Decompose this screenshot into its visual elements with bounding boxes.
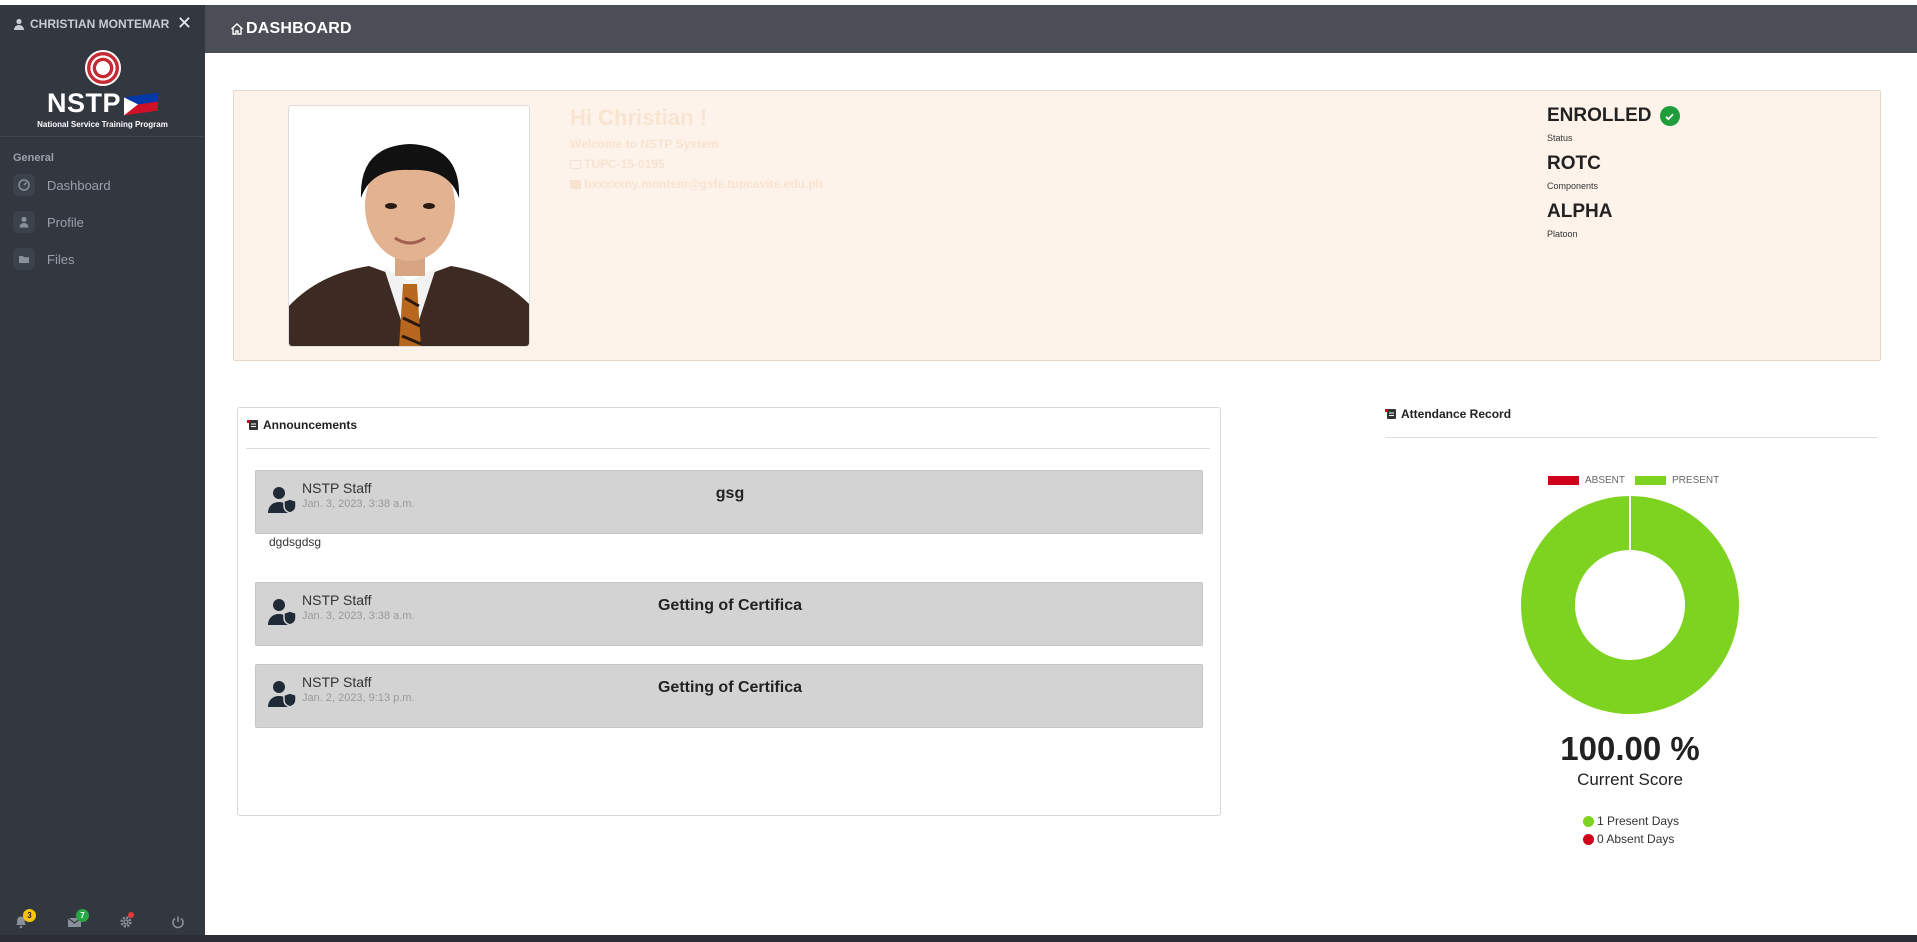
nstp-logo: NSTP National Service Training Program bbox=[0, 50, 205, 140]
dashboard-icon bbox=[13, 174, 35, 196]
sidebar-item-files[interactable]: Files bbox=[13, 247, 74, 271]
sidebar-section-general: General bbox=[13, 152, 54, 164]
logo-text: NSTP bbox=[46, 88, 121, 118]
bell-icon[interactable]: 3 bbox=[14, 909, 36, 931]
sidebar-divider bbox=[0, 136, 205, 137]
logo-subtitle: National Service Training Program bbox=[37, 120, 168, 129]
announcement-body: dgdsgdsg bbox=[269, 535, 322, 549]
announcement-subject: gsg bbox=[715, 485, 745, 502]
student-id: TUPC-15-0195 bbox=[584, 157, 665, 171]
enrollment-info: ENROLLED Status ROTC Components ALPHA Pl… bbox=[1547, 105, 1680, 249]
component-value: ROTC bbox=[1547, 153, 1601, 174]
announcement-subject: Getting of Certifica bbox=[657, 597, 802, 614]
absent-dot bbox=[1583, 833, 1594, 845]
message-badge: 7 bbox=[76, 909, 89, 922]
welcome-text: Welcome to NSTP System bbox=[570, 137, 719, 151]
legend-present-label: PRESENT bbox=[1672, 475, 1720, 486]
notification-badge: 3 bbox=[23, 909, 36, 922]
profile-photo bbox=[288, 105, 530, 347]
score-value: 100.00 % bbox=[1560, 730, 1700, 767]
user-icon bbox=[13, 211, 35, 233]
component-label: Components bbox=[1547, 181, 1599, 191]
absent-days: 0 Absent Days bbox=[1597, 832, 1675, 846]
announcement-subject: Getting of Certifica bbox=[657, 679, 802, 696]
taskbar-strip bbox=[0, 935, 1917, 942]
close-icon[interactable]: ✕ bbox=[177, 14, 192, 32]
attendance-title: Attendance Record bbox=[1401, 407, 1512, 421]
platoon-label: Platoon bbox=[1547, 229, 1578, 239]
greeting-text: Hi Christian ! bbox=[570, 105, 707, 130]
page-title: DASHBOARD bbox=[246, 20, 352, 37]
sidebar-item-dashboard[interactable]: Dashboard bbox=[13, 173, 111, 197]
check-circle-icon bbox=[1659, 106, 1680, 126]
settings-alert-dot bbox=[128, 912, 134, 918]
student-id-row: TUPC-15-0195 bbox=[570, 157, 823, 171]
status-value-row: ENROLLED bbox=[1547, 105, 1680, 127]
sidebar-item-profile[interactable]: Profile bbox=[13, 210, 84, 234]
gear-icon[interactable] bbox=[119, 912, 135, 931]
ph-flag-icon bbox=[124, 92, 158, 115]
sidebar-user-name: CHRISTIAN MONTEMAR bbox=[30, 17, 170, 31]
announcement-item[interactable]: NSTP Staff Jan. 2, 2023, 9:13 p.m. Getti… bbox=[255, 664, 1203, 728]
announcement-item[interactable]: NSTP Staff Jan. 3, 2023, 3:38 a.m. gsg bbox=[255, 470, 1203, 534]
platoon-value: ALPHA bbox=[1547, 201, 1613, 222]
home-icon bbox=[231, 23, 243, 35]
id-card-icon bbox=[570, 159, 581, 169]
present-days-row: 1 Present Days bbox=[1583, 814, 1679, 828]
power-icon[interactable] bbox=[171, 915, 187, 931]
user-icon bbox=[14, 18, 24, 30]
attendance-divider bbox=[1385, 437, 1877, 438]
sidebar-user[interactable]: CHRISTIAN MONTEMAR bbox=[0, 5, 205, 43]
email-row: bxxxxxny.montem@gsfe.tupcavite.edu.ph bbox=[570, 177, 823, 191]
folder-icon bbox=[13, 248, 35, 270]
sidebar-footer: 3 7 bbox=[0, 907, 205, 935]
scroll-icon bbox=[1385, 409, 1396, 419]
seal-icon bbox=[84, 50, 121, 86]
announcements-divider bbox=[246, 448, 1210, 449]
absent-days-row: 0 Absent Days bbox=[1583, 832, 1674, 846]
status-label: Status bbox=[1547, 133, 1573, 143]
envelope-icon bbox=[570, 179, 581, 189]
attendance-header: Attendance Record bbox=[1385, 407, 1511, 421]
announcements-header: Announcements bbox=[247, 418, 357, 432]
present-dot bbox=[1583, 815, 1594, 827]
greeting-block: Hi Christian ! Welcome to NSTP System TU… bbox=[570, 105, 823, 191]
legend-absent-swatch[interactable] bbox=[1548, 476, 1579, 485]
announcements-title: Announcements bbox=[263, 418, 358, 432]
score-label: Current Score bbox=[1577, 770, 1683, 789]
announcements-card: Announcements NSTP Staff Jan. 3, 2023, 3… bbox=[237, 407, 1221, 816]
envelope-icon[interactable]: 7 bbox=[67, 909, 89, 931]
legend-present-swatch[interactable] bbox=[1635, 476, 1667, 485]
present-days: 1 Present Days bbox=[1597, 814, 1680, 828]
top-header: DASHBOARD bbox=[205, 5, 1917, 53]
scroll-icon bbox=[247, 420, 258, 430]
sidebar-item-label: Profile bbox=[47, 214, 84, 230]
sidebar: CHRISTIAN MONTEMAR ✕ NSTP National Servi… bbox=[0, 5, 205, 935]
status-value: ENROLLED bbox=[1547, 105, 1652, 126]
student-email: bxxxxxny.montem@gsfe.tupcavite.edu.ph bbox=[584, 177, 823, 191]
announcement-item[interactable]: NSTP Staff Jan. 3, 2023, 3:38 a.m. Getti… bbox=[255, 582, 1203, 646]
chart-legend: ABSENT PRESENT bbox=[1548, 475, 1719, 486]
legend-absent-label: ABSENT bbox=[1585, 475, 1626, 486]
attendance-donut-chart bbox=[1520, 496, 1739, 714]
sidebar-item-label: Files bbox=[47, 251, 75, 267]
sidebar-item-label: Dashboard bbox=[47, 177, 111, 193]
profile-card: Hi Christian ! Welcome to NSTP System TU… bbox=[233, 90, 1881, 361]
